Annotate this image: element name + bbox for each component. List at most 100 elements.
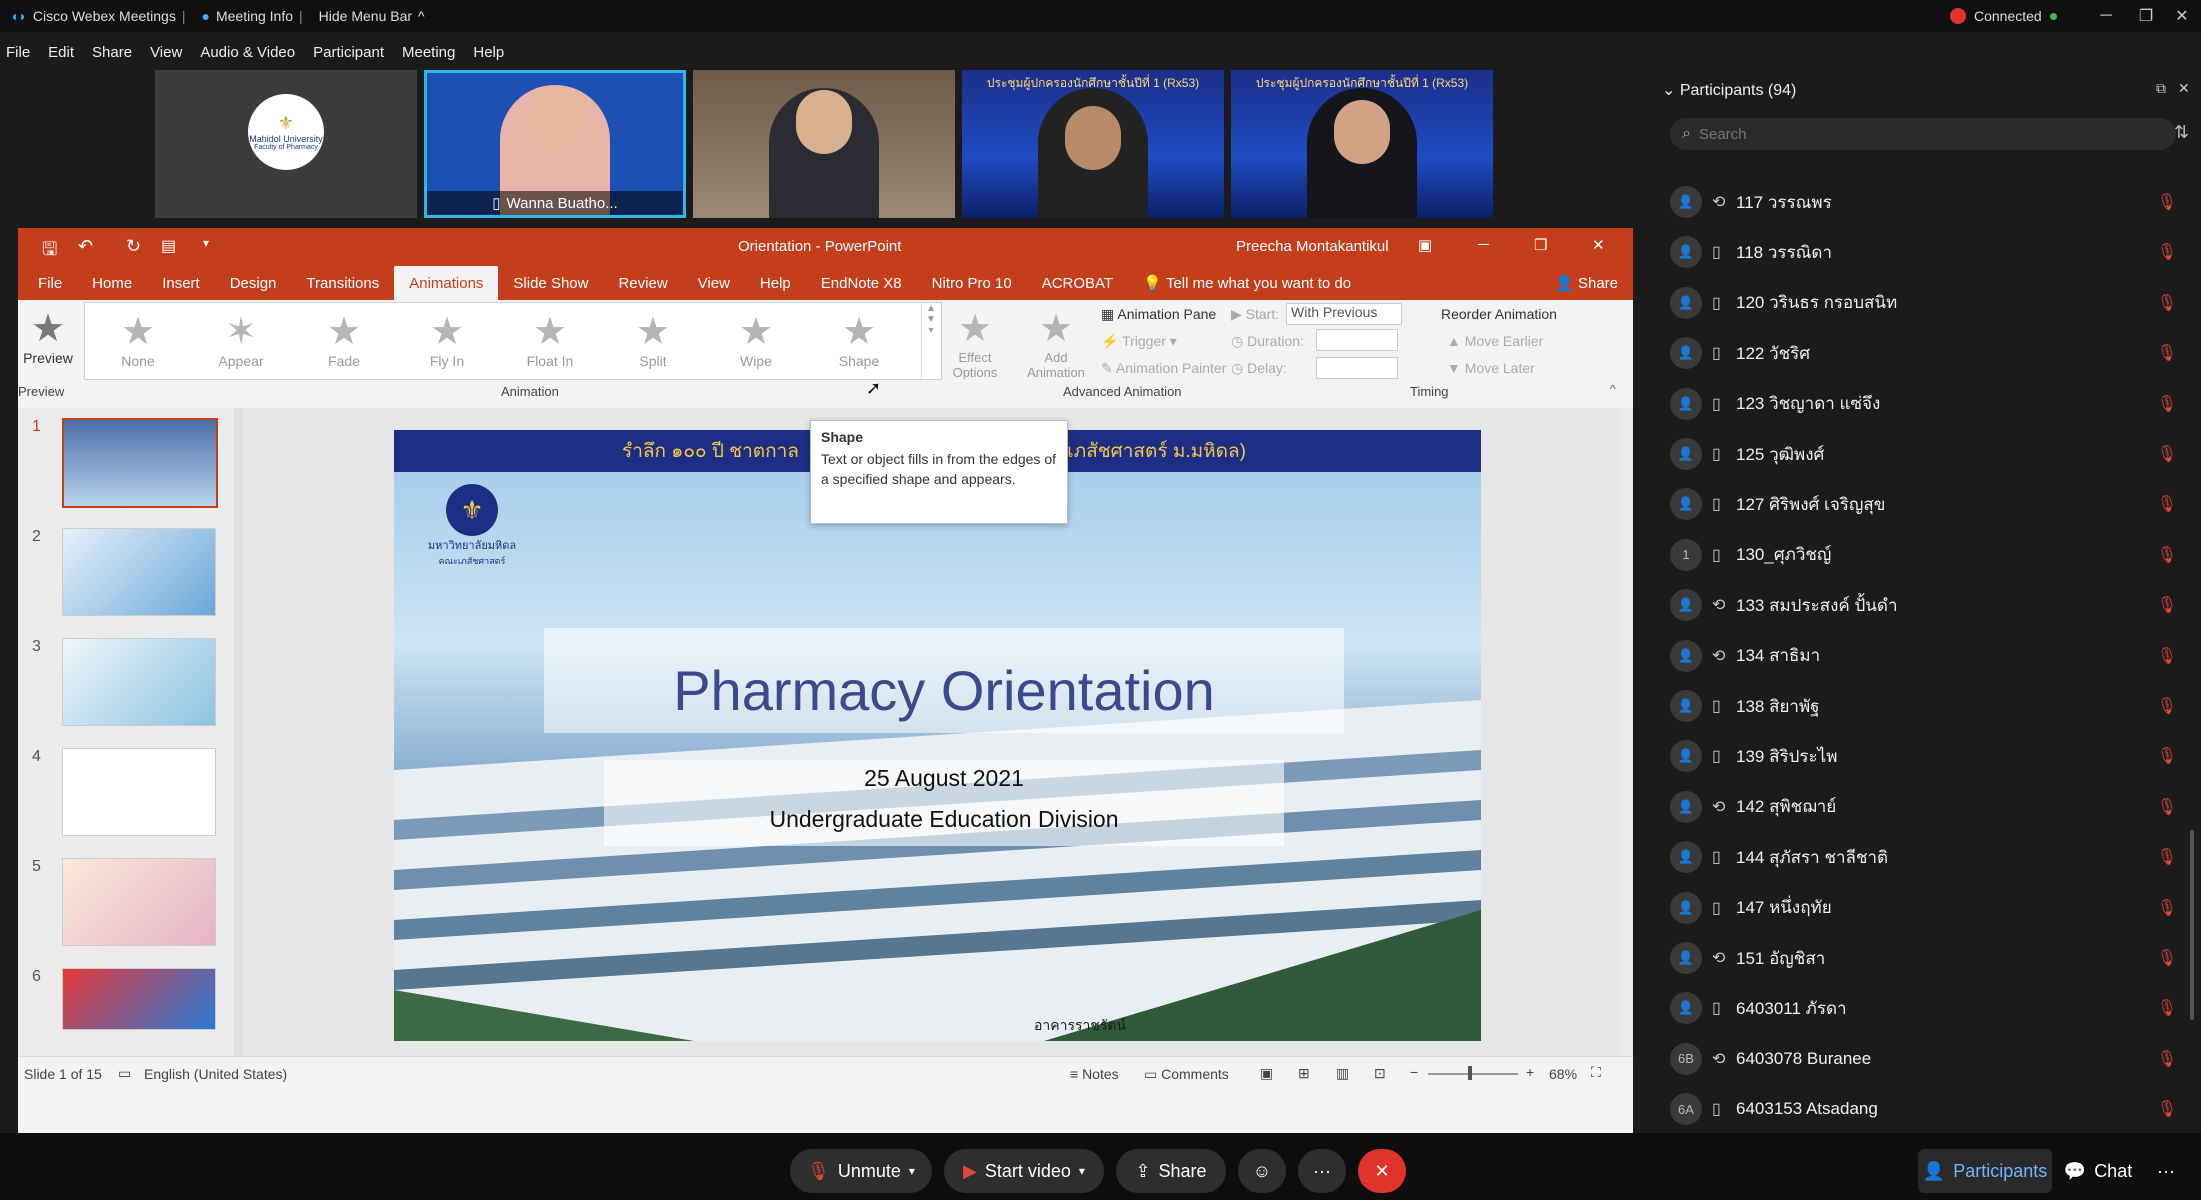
mic-muted-icon[interactable]: 🎙 [2157, 1099, 2177, 1119]
animation-appear[interactable]: ✶ Appear [206, 311, 276, 369]
tab-acrobat[interactable]: ACROBAT [1027, 266, 1128, 300]
animation-fade[interactable]: ★ Fade [309, 311, 379, 369]
move-earlier-button[interactable]: ▲ Move Earlier [1447, 333, 1543, 349]
share-button[interactable]: 👤 Share [1540, 266, 1633, 300]
mic-muted-icon[interactable]: 🎙 [2157, 595, 2177, 615]
mic-muted-icon[interactable]: 🎙 [2157, 898, 2177, 918]
fit-slide-icon[interactable]: ⛶ [1591, 1064, 1601, 1081]
add-animation-button[interactable]: ★ Add Animation [1021, 308, 1091, 380]
video-tile-active-speaker[interactable]: ▯ Wanna Buatho... [424, 70, 686, 218]
participant-search-input[interactable] [1696, 124, 2141, 144]
animation-wipe[interactable]: ★ Wipe [721, 311, 791, 369]
popout-icon[interactable]: ⧉ [2156, 80, 2166, 97]
effect-options-button[interactable]: ★ Effect Options [943, 308, 1007, 380]
participant-row[interactable]: 👤 ⟲ 142 สุพิชฌาย์ 🎙 [1648, 782, 2201, 832]
user-name[interactable]: Preecha Montakantikul [1236, 238, 1389, 255]
menu-participant[interactable]: Participant [313, 44, 384, 61]
close-icon[interactable]: ✕ [2160, 0, 2201, 32]
participant-row[interactable]: 👤 ⟲ 151 อัญชิสา 🎙 [1648, 933, 2201, 983]
language[interactable]: English (United States) [144, 1066, 287, 1082]
mic-muted-icon[interactable]: 🎙 [2157, 494, 2177, 514]
menu-meeting[interactable]: Meeting [402, 44, 455, 61]
tab-help[interactable]: Help [745, 266, 806, 300]
participant-row[interactable]: 👤 ▯ 125 วุฒิพงศ์ 🎙 [1648, 429, 2201, 479]
delay-input[interactable] [1316, 357, 1398, 379]
participant-row[interactable]: 👤 ⟲ 117 วรรณพร 🎙 [1648, 177, 2201, 227]
thumbnail-scrollbar[interactable] [234, 408, 243, 1056]
tell-me-box[interactable]: 💡 Tell me what you want to do [1128, 266, 1366, 300]
tab-endnote[interactable]: EndNote X8 [806, 266, 917, 300]
ribbon-display-icon[interactable]: ▣ [1418, 236, 1432, 254]
mic-muted-icon[interactable]: 🎙 [2157, 545, 2177, 565]
tab-design[interactable]: Design [215, 266, 292, 300]
meeting-info-button[interactable]: ● Meeting Info [201, 8, 293, 24]
minimize-icon[interactable]: ─ [2084, 0, 2128, 32]
animation-pane-button[interactable]: ▦ Animation Pane [1101, 306, 1216, 323]
tab-slide-show[interactable]: Slide Show [498, 266, 603, 300]
slideshow-icon[interactable]: ⊡ [1374, 1065, 1386, 1082]
video-tile-logo[interactable]: ⚜ Mahidol University Faculty of Pharmacy [155, 70, 417, 218]
slide-scrollbar[interactable] [1620, 408, 1633, 1056]
hide-menu-bar-button[interactable]: Hide Menu Bar ^ [319, 8, 425, 24]
participant-row[interactable]: 6B ⟲ 6403078 Buranee 🎙 [1648, 1034, 2201, 1084]
normal-view-icon[interactable]: ▣ [1260, 1065, 1273, 1082]
gallery-scroll[interactable]: ▲ ▼ ▾ [921, 303, 940, 379]
zoom-in-icon[interactable]: + [1526, 1064, 1534, 1080]
leave-meeting-icon[interactable]: ✕ [1358, 1149, 1406, 1193]
mic-muted-icon[interactable]: 🎙 [2157, 343, 2177, 363]
panel-more-icon[interactable]: ··· [2144, 1149, 2188, 1193]
mic-muted-icon[interactable]: 🎙 [2157, 847, 2177, 867]
slide-thumbnail-6[interactable] [62, 968, 216, 1030]
mic-muted-icon[interactable]: 🎙 [2157, 1049, 2177, 1069]
preview-button[interactable]: ★ Preview [18, 308, 78, 366]
tab-insert[interactable]: Insert [147, 266, 215, 300]
participant-row[interactable]: 👤 ▯ 147 หนึ่งฤทัย 🎙 [1648, 883, 2201, 933]
participant-row[interactable]: 6A ▯ 6403153 Atsadang 🎙 [1648, 1084, 2201, 1134]
mic-muted-icon[interactable]: 🎙 [2157, 998, 2177, 1018]
participant-search[interactable]: ⌕ [1670, 118, 2176, 150]
slide-thumbnail-3[interactable] [62, 638, 216, 726]
present-icon[interactable]: ▤ [161, 236, 176, 256]
undo-icon[interactable]: ↶ [78, 236, 93, 257]
mic-muted-icon[interactable]: 🎙 [2157, 394, 2177, 414]
animation-float-in[interactable]: ★ Float In [515, 311, 585, 369]
participant-row[interactable]: 👤 ▯ 122 วัชริศ 🎙 [1648, 328, 2201, 378]
close-panel-icon[interactable]: ✕ [2178, 80, 2190, 97]
animation-painter-button[interactable]: ✎ Animation Painter [1101, 360, 1226, 377]
animation-split[interactable]: ★ Split [618, 311, 688, 369]
tab-review[interactable]: Review [603, 266, 682, 300]
participant-row[interactable]: 👤 ⟲ 133 สมประสงค์ ปั้นดำ 🎙 [1648, 580, 2201, 630]
start-select[interactable]: With Previous [1286, 303, 1402, 325]
video-tile-2[interactable] [693, 70, 955, 218]
move-later-button[interactable]: ▼ Move Later [1447, 360, 1535, 376]
trigger-button[interactable]: ⚡ Trigger ▾ [1101, 333, 1177, 350]
slide-thumbnail-4[interactable] [62, 748, 216, 836]
menu-audio-video[interactable]: Audio & Video [200, 44, 295, 61]
save-icon[interactable]: 🖫 [42, 237, 57, 267]
participant-row[interactable]: 👤 ▯ 138 สิยาพัฐ 🎙 [1648, 681, 2201, 731]
menu-edit[interactable]: Edit [48, 44, 74, 61]
participant-row[interactable]: 👤 ▯ 139 สิริประไพ 🎙 [1648, 731, 2201, 781]
reactions-icon[interactable]: ☺ [1238, 1149, 1286, 1193]
tab-nitro[interactable]: Nitro Pro 10 [917, 266, 1027, 300]
participant-row[interactable]: 👤 ⟲ 134 สาธิมา 🎙 [1648, 631, 2201, 681]
zoom-out-icon[interactable]: − [1410, 1064, 1418, 1080]
mic-muted-icon[interactable]: 🎙 [2157, 746, 2177, 766]
mic-muted-icon[interactable]: 🎙 [2157, 646, 2177, 666]
tab-home[interactable]: Home [77, 266, 147, 300]
menu-file[interactable]: File [6, 44, 30, 61]
spellcheck-icon[interactable]: ▭ [118, 1065, 131, 1082]
share-content-button[interactable]: ⇪ Share [1116, 1149, 1226, 1193]
mic-muted-icon[interactable]: 🎙 [2157, 696, 2177, 716]
menu-view[interactable]: View [150, 44, 182, 61]
zoom-slider-thumb[interactable] [1468, 1066, 1472, 1080]
zoom-level[interactable]: 68% [1549, 1066, 1577, 1082]
panel-scrollbar[interactable] [2190, 830, 2194, 1020]
ppt-close-icon[interactable]: ✕ [1592, 236, 1605, 254]
redo-icon[interactable]: ↻ [126, 236, 141, 257]
mic-muted-icon[interactable]: 🎙 [2157, 192, 2177, 212]
ppt-restore-icon[interactable]: ❐ [1534, 236, 1547, 254]
start-video-button[interactable]: ▶ Start video ▾ [944, 1149, 1104, 1193]
chat-button[interactable]: 💬 Chat [2060, 1149, 2136, 1193]
slide-thumbnail-5[interactable] [62, 858, 216, 946]
